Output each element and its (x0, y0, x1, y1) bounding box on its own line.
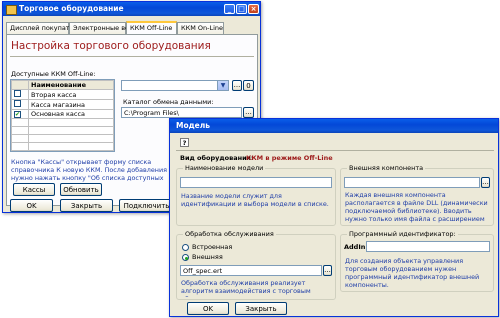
tab-kkm-offline[interactable]: ККМ Off-Line (126, 21, 177, 34)
model-ok-button[interactable]: OK (187, 302, 229, 315)
catalog-label: Каталог обмена данными: (123, 98, 214, 106)
model-name-field[interactable] (180, 177, 332, 188)
external-component-dots-button[interactable]: ... (481, 177, 490, 188)
toolbar-divider (176, 150, 494, 151)
external-component-hint: Каждая внешняя компонента располагается … (345, 191, 488, 223)
model-titlebar[interactable]: Модель (170, 119, 498, 133)
radio-external-label: Внешняя (192, 253, 223, 261)
processing-file-dots-button[interactable]: ... (323, 265, 332, 276)
row-name: Касса магазина (28, 99, 114, 110)
tab-scales[interactable]: Электронные весы (69, 22, 138, 34)
main-title: Торговое оборудование (19, 4, 124, 13)
row-name: Вторая касса (28, 89, 114, 100)
row-checkbox-checked[interactable]: ✔ (14, 111, 21, 118)
catalog-dots-button[interactable]: ... (243, 107, 254, 118)
external-component-field[interactable] (344, 177, 480, 188)
help-icon[interactable]: ? (180, 138, 189, 147)
model-name-hint: Название модели служит для идентификации… (181, 192, 329, 208)
progid-hint: Для создания объекта управления торговым… (345, 257, 480, 289)
model-title: Модель (176, 121, 210, 130)
table-header-row: Наименование (11, 80, 114, 90)
available-kkm-label: Доступные ККМ Off-Line: (11, 70, 96, 78)
kassy-hint: Кнопка "Кассы" открывает форму списка сп… (11, 158, 167, 182)
radio-builtin-label: Встроенная (192, 243, 233, 251)
table-row[interactable]: Касса магазина (11, 99, 114, 110)
tab-customer-display[interactable]: Дисплей покупателя (6, 22, 82, 34)
model-dots-button[interactable]: ... (232, 80, 242, 91)
model-window: Модель ? Вид оборудования: ККМ в режиме … (169, 118, 499, 317)
equipment-type-value: ККМ в режиме Off-Line (246, 154, 333, 162)
equipment-type-label: Вид оборудования: (180, 154, 254, 162)
minimize-icon[interactable]: _ (224, 4, 235, 14)
row-checkbox[interactable] (14, 100, 21, 107)
processing-file-field[interactable]: Off_spec.ert (180, 265, 322, 276)
close-button[interactable]: Закрыть (60, 199, 113, 212)
tab-kkm-online[interactable]: ККМ On-Line (177, 22, 224, 34)
table-row[interactable]: Вторая касса (11, 89, 114, 100)
row-checkbox[interactable] (14, 90, 21, 97)
app-icon (6, 5, 17, 15)
kassy-button[interactable]: Кассы (13, 183, 55, 196)
external-component-group-title: Внешняя компонента (347, 164, 426, 172)
connect-button[interactable]: Подключить (119, 199, 174, 212)
radio-external[interactable] (182, 254, 189, 261)
row-name: Основная касса (28, 109, 114, 119)
chevron-down-icon[interactable]: ▼ (217, 81, 228, 90)
catalog-path-field[interactable]: C:\Program Files\ (121, 107, 242, 118)
progid-group-title: Программный идентификатор: (347, 230, 458, 238)
model-close-button[interactable]: Закрыть (235, 302, 287, 315)
model-zero-button[interactable]: 0 (243, 80, 254, 91)
heading-divider (10, 56, 254, 57)
processing-hint: Обработка обслуживания реализует алгорит… (181, 279, 311, 297)
model-name-group-title: Наименование модели (183, 164, 266, 172)
column-name-header[interactable]: Наименование (28, 80, 114, 90)
progid-field[interactable] (366, 241, 490, 252)
page-title: Настройка торгового оборудования (11, 40, 211, 52)
update-button[interactable]: Обновить (60, 183, 102, 196)
progid-prefix: AddIn. (344, 243, 368, 251)
radio-builtin[interactable] (182, 244, 189, 251)
ok-button[interactable]: OK (10, 199, 53, 212)
maximize-icon[interactable]: □ (236, 4, 247, 14)
main-titlebar[interactable]: Торговое оборудование _ □ × (3, 2, 260, 16)
close-icon[interactable]: × (248, 4, 259, 14)
kkm-table: Наименование Вторая касса Касса магазина… (10, 79, 115, 152)
model-select[interactable]: ▼ (121, 80, 229, 91)
processing-group-title: Обработка обслуживания (183, 230, 276, 238)
table-row[interactable]: ✔ Основная касса (11, 109, 114, 119)
